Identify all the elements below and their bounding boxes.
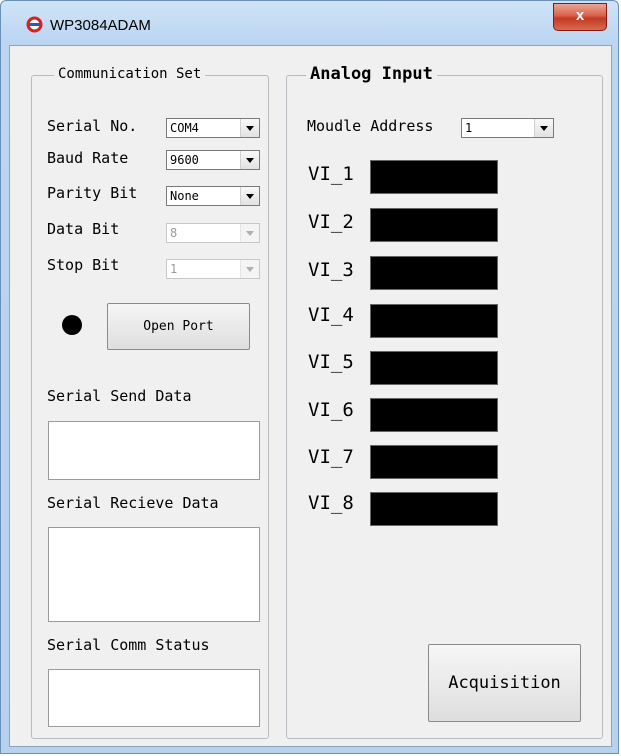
close-button[interactable]: x [553, 3, 607, 31]
baud-rate-select[interactable]: 9600 [166, 150, 260, 170]
module-address-select[interactable]: 1 [461, 118, 554, 138]
parity-bit-select[interactable]: None [166, 186, 260, 206]
baud-rate-label: Baud Rate [47, 149, 129, 167]
vi-3-display [370, 256, 498, 290]
send-data-field[interactable] [48, 421, 260, 480]
analog-input-legend: Analog Input [306, 64, 437, 84]
vi-3-label: VI_3 [308, 259, 354, 281]
data-bit-value: 8 [170, 226, 178, 240]
serial-no-label: Serial No. [47, 117, 138, 135]
baud-rate-value: 9600 [170, 153, 199, 167]
communication-legend: Communication Set [54, 66, 206, 82]
app-window: WP3084ADAM x Communication Set Serial No… [0, 0, 619, 754]
vi-5-label: VI_5 [308, 351, 354, 373]
vi-7-display [370, 445, 498, 479]
vi-1-display [370, 160, 498, 194]
vi-8-display [370, 492, 498, 526]
client-area: Communication Set Serial No. COM4 Baud R… [9, 45, 612, 747]
port-status-led-icon [62, 315, 82, 335]
acquisition-button[interactable]: Acquisition [428, 644, 581, 722]
vi-4-display [370, 304, 498, 338]
acquisition-label: Acquisition [448, 673, 561, 693]
open-port-label: Open Port [143, 319, 214, 334]
serial-no-select[interactable]: COM4 [166, 118, 260, 138]
serial-no-value: COM4 [170, 121, 199, 135]
module-address-label: Moudle Address [307, 117, 434, 135]
chevron-down-icon[interactable] [240, 119, 259, 137]
module-address-value: 1 [465, 121, 473, 135]
stop-bit-label: Stop Bit [47, 256, 120, 274]
comm-status-field[interactable] [48, 669, 260, 727]
vi-8-label: VI_8 [308, 492, 354, 514]
vi-6-label: VI_6 [308, 399, 354, 421]
chevron-down-icon[interactable] [240, 187, 259, 205]
vi-7-label: VI_7 [308, 446, 354, 468]
title-bar[interactable]: WP3084ADAM x [1, 1, 620, 45]
receive-data-label: Serial Recieve Data [47, 494, 219, 512]
window-title: WP3084ADAM [50, 17, 151, 34]
stop-bit-value: 1 [170, 262, 178, 276]
chevron-down-icon[interactable] [534, 119, 553, 137]
close-icon: x [575, 7, 585, 24]
vi-1-label: VI_1 [308, 163, 354, 185]
vi-2-label: VI_2 [308, 211, 354, 233]
vi-4-label: VI_4 [308, 304, 354, 326]
data-bit-label: Data Bit [47, 220, 120, 238]
receive-data-field[interactable] [48, 527, 260, 622]
vi-2-display [370, 208, 498, 242]
open-port-button[interactable]: Open Port [107, 303, 250, 350]
chevron-down-icon [240, 260, 259, 278]
chevron-down-icon[interactable] [240, 151, 259, 169]
chevron-down-icon [240, 224, 259, 242]
stop-bit-select: 1 [166, 259, 260, 279]
send-data-label: Serial Send Data [47, 387, 192, 405]
parity-bit-label: Parity Bit [47, 184, 138, 202]
data-bit-select: 8 [166, 223, 260, 243]
parity-bit-value: None [170, 189, 199, 203]
comm-status-label: Serial Comm Status [47, 636, 210, 654]
app-logo-icon [26, 16, 43, 33]
vi-5-display [370, 351, 498, 385]
vi-6-display [370, 398, 498, 432]
